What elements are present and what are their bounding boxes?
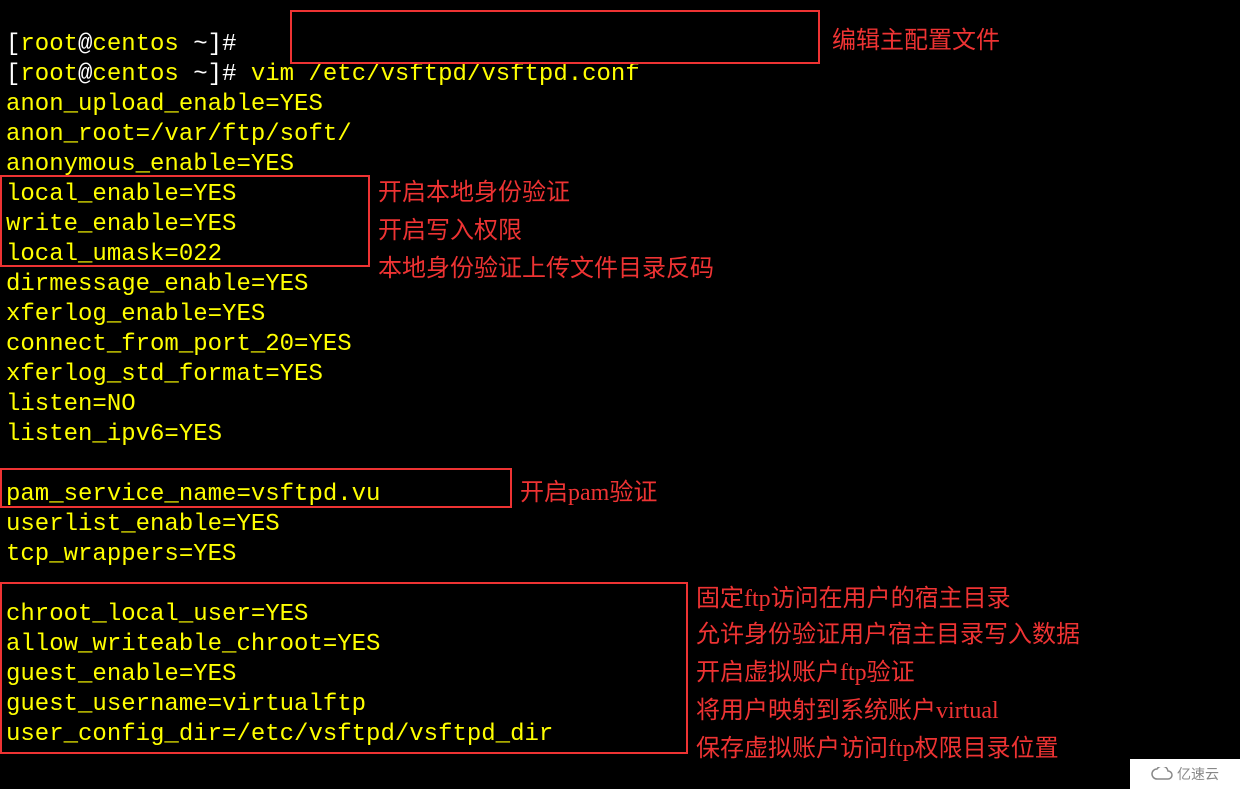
- note-local-umask: 本地身份验证上传文件目录反码: [378, 254, 714, 284]
- note-chroot-local: 固定ftp访问在用户的宿主目录: [696, 584, 1011, 614]
- config-xferlog-std-format: xferlog_std_format=YES: [6, 360, 323, 390]
- config-anon-root: anon_root=/var/ftp/soft/: [6, 120, 352, 150]
- command-text: vim /etc/vsftpd/vsftpd.conf: [251, 61, 640, 88]
- note-allow-writeable: 允许身份验证用户宿主目录写入数据: [696, 620, 1080, 650]
- watermark-logo: 亿速云: [1130, 759, 1240, 789]
- cloud-icon: [1151, 767, 1173, 781]
- prompt-path: ~: [193, 61, 207, 88]
- config-xferlog-enable: xferlog_enable=YES: [6, 300, 265, 330]
- note-user-config-dir: 保存虚拟账户访问ftp权限目录位置: [696, 734, 1059, 764]
- config-listen: listen=NO: [6, 390, 136, 420]
- note-edit-main: 编辑主配置文件: [832, 26, 1000, 56]
- note-pam: 开启pam验证: [520, 478, 657, 508]
- highlight-box-command: [290, 10, 820, 64]
- prompt-symbol: #: [222, 61, 236, 88]
- config-userlist-enable: userlist_enable=YES: [6, 510, 280, 540]
- config-anon-upload-enable: anon_upload_enable=YES: [6, 90, 323, 120]
- config-dirmessage-enable: dirmessage_enable=YES: [6, 270, 308, 300]
- highlight-box-chroot: [0, 582, 688, 754]
- note-local-enable: 开启本地身份验证: [378, 178, 570, 208]
- config-tcp-wrappers: tcp_wrappers=YES: [6, 540, 236, 570]
- highlight-box-local: [0, 175, 370, 267]
- note-guest-username: 将用户映射到系统账户virtual: [696, 696, 999, 726]
- logo-text: 亿速云: [1177, 759, 1219, 789]
- config-listen-ipv6: listen_ipv6=YES: [6, 420, 222, 450]
- note-write-enable: 开启写入权限: [378, 216, 522, 246]
- note-guest-enable: 开启虚拟账户ftp验证: [696, 658, 915, 688]
- config-connect-from-port-20: connect_from_port_20=YES: [6, 330, 352, 360]
- highlight-box-pam: [0, 468, 512, 508]
- prompt-host: centos: [92, 61, 178, 88]
- prompt-user: root: [20, 61, 78, 88]
